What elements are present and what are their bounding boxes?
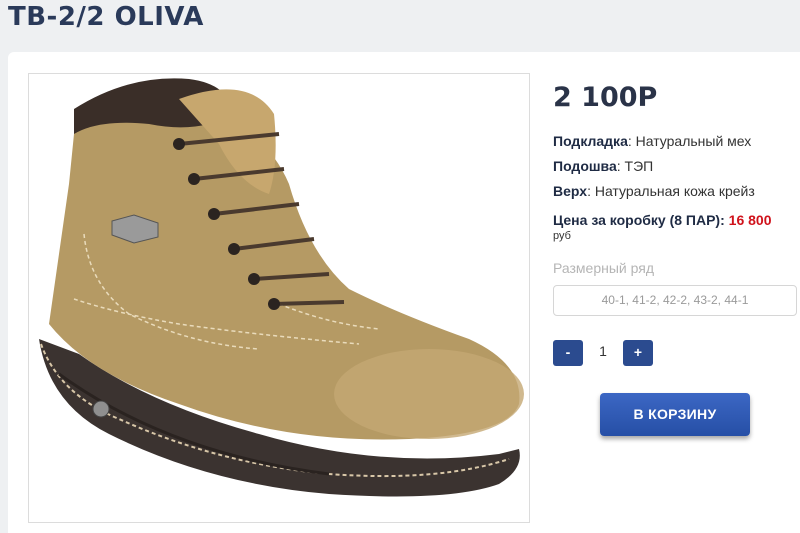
boot-image	[39, 78, 524, 497]
spec-upper: Верх: Натуральная кожа крейз	[553, 183, 755, 199]
spec-sole: Подошва: ТЭП	[553, 158, 654, 174]
box-price-value: 16 800	[728, 212, 772, 228]
spec-sole-value: ТЭП	[624, 158, 654, 174]
product-image[interactable]	[28, 73, 530, 523]
box-price-label: Цена за коробку (8 ПАР)	[553, 212, 721, 228]
spec-lining-value: Натуральный мех	[635, 133, 752, 149]
quantity-plus-button[interactable]: +	[623, 340, 653, 366]
spec-lining: Подкладка: Натуральный мех	[553, 133, 752, 149]
product-price: 2 100Р	[553, 82, 658, 113]
spec-sole-label: Подошва	[553, 158, 617, 174]
currency-label: руб	[553, 230, 571, 242]
spec-lining-label: Подкладка	[553, 133, 628, 149]
quantity-value[interactable]: 1	[590, 343, 616, 359]
add-to-cart-button[interactable]: В КОРЗИНУ	[600, 393, 750, 436]
size-label: Размерный ряд	[553, 260, 655, 276]
quantity-minus-button[interactable]: -	[553, 340, 583, 366]
spec-upper-value: Натуральная кожа крейз	[594, 183, 755, 199]
page-title: TB-2/2 OLIVA	[8, 2, 204, 32]
box-price: Цена за коробку (8 ПАР): 16 800	[553, 212, 772, 228]
spec-upper-label: Верх	[553, 183, 588, 199]
size-select[interactable]: 40-1, 41-2, 42-2, 43-2, 44-1	[553, 285, 797, 316]
